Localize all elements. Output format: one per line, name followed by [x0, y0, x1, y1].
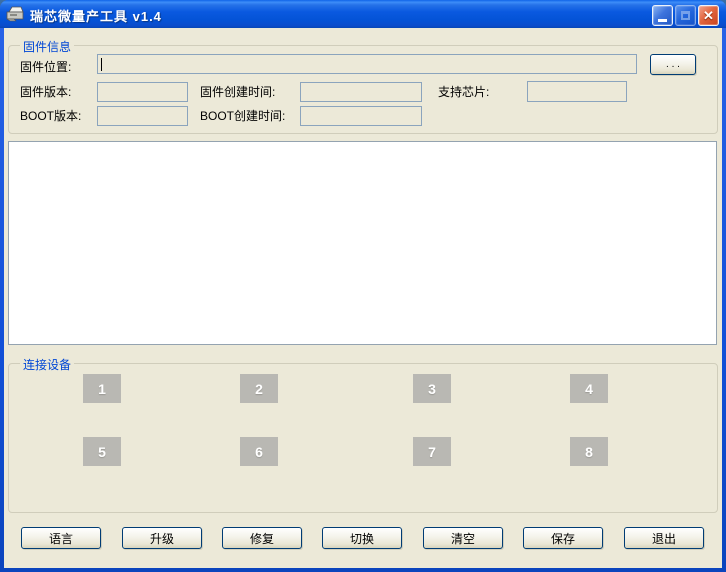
- device-slot-2[interactable]: 2: [240, 374, 278, 403]
- upgrade-button[interactable]: 升级: [122, 527, 202, 549]
- firmware-version-label: 固件版本:: [20, 85, 72, 99]
- language-button[interactable]: 语言: [21, 527, 101, 549]
- minimize-button[interactable]: [652, 5, 673, 26]
- client-area: 固件信息 固件位置: . . . 固件版本: 固件创建时间: 支持芯片: BOO…: [4, 28, 722, 568]
- firmware-created-label: 固件创建时间:: [200, 85, 276, 99]
- browse-button[interactable]: . . .: [650, 54, 696, 75]
- supported-chip-input[interactable]: [527, 81, 627, 102]
- titlebar[interactable]: 瑞芯微量产工具 v1.4 ✕: [0, 0, 726, 28]
- maximize-button: [675, 5, 696, 26]
- supported-chip-label: 支持芯片:: [438, 85, 490, 99]
- device-slot-4[interactable]: 4: [570, 374, 608, 403]
- boot-created-label: BOOT创建时间:: [200, 109, 286, 123]
- device-slot-1[interactable]: 1: [83, 374, 121, 403]
- connected-devices-group-title: 连接设备: [20, 356, 75, 373]
- device-slot-7[interactable]: 7: [413, 437, 451, 466]
- switch-button[interactable]: 切换: [322, 527, 402, 549]
- firmware-version-input[interactable]: [97, 82, 188, 102]
- close-icon: ✕: [703, 8, 714, 23]
- device-slot-8[interactable]: 8: [570, 437, 608, 466]
- firmware-info-group-title: 固件信息: [20, 38, 75, 55]
- device-slot-3[interactable]: 3: [413, 374, 451, 403]
- close-button[interactable]: ✕: [698, 5, 719, 26]
- firmware-created-input[interactable]: [300, 82, 422, 102]
- window-title: 瑞芯微量产工具 v1.4: [30, 9, 162, 24]
- clear-button[interactable]: 清空: [423, 527, 503, 549]
- minimize-icon: [658, 19, 667, 22]
- device-slot-6[interactable]: 6: [240, 437, 278, 466]
- app-window: 瑞芯微量产工具 v1.4 ✕ 固件信息 固件位置: . . . 固件版本: 固件…: [0, 0, 726, 572]
- log-list-area[interactable]: [8, 141, 717, 345]
- boot-version-label: BOOT版本:: [20, 109, 82, 123]
- device-slot-5[interactable]: 5: [83, 437, 121, 466]
- exit-button[interactable]: 退出: [624, 527, 704, 549]
- boot-created-input[interactable]: [300, 106, 422, 126]
- app-icon: [6, 6, 24, 22]
- text-caret: [101, 58, 102, 71]
- repair-button[interactable]: 修复: [222, 527, 302, 549]
- firmware-location-label: 固件位置:: [20, 60, 72, 74]
- boot-version-input[interactable]: [97, 106, 188, 126]
- maximize-icon: [681, 11, 690, 20]
- save-button[interactable]: 保存: [523, 527, 603, 549]
- firmware-location-input[interactable]: [97, 54, 637, 74]
